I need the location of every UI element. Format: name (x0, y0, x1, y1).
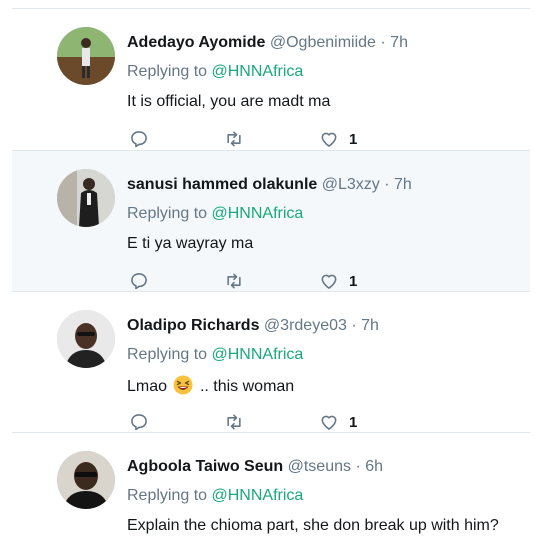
display-name[interactable]: sanusi hammed olakunle (127, 176, 317, 193)
reply-button[interactable] (129, 127, 149, 151)
tweet-text-start: Lmao (127, 378, 168, 395)
like-button[interactable]: 1 (319, 127, 357, 151)
user-handle[interactable]: @tseuns (288, 458, 351, 475)
avatar[interactable] (57, 310, 115, 368)
laughing-face-emoji-icon (173, 375, 193, 395)
timestamp[interactable]: 7h (361, 317, 379, 334)
reply-thread: Adedayo Ayomide @Ogbenimiide · 7h Replyi… (12, 0, 530, 547)
timestamp[interactable]: 6h (365, 458, 383, 475)
reply-bubble-icon (131, 414, 147, 431)
tweet-header: Adedayo Ayomide @Ogbenimiide · 7h (127, 33, 408, 53)
reply-bubble-icon (131, 131, 147, 148)
timestamp[interactable]: 7h (394, 176, 412, 193)
tweet-text: E ti ya wayray ma (127, 235, 254, 252)
separator-dot: · (380, 34, 386, 51)
avatar-image (57, 310, 115, 368)
avatar[interactable] (57, 27, 115, 85)
replying-to-label: Replying to (127, 346, 208, 363)
tweet-actions: 1 (127, 410, 387, 434)
display-name[interactable]: Adedayo Ayomide (127, 34, 265, 51)
replying-to: Replying to @HNNAfrica (127, 345, 303, 365)
display-name[interactable]: Oladipo Richards (127, 317, 259, 334)
mention-link[interactable]: @HNNAfrica (212, 487, 304, 504)
tweet-actions: 1 (127, 269, 387, 293)
separator-dot: · (384, 176, 390, 193)
like-count: 1 (349, 130, 358, 148)
tweet-text-end: .. this woman (199, 378, 295, 395)
replying-to: Replying to @HNNAfrica (127, 204, 303, 224)
user-handle[interactable]: @Ogbenimiide (270, 34, 376, 51)
like-button[interactable]: 1 (319, 269, 357, 293)
avatar[interactable] (57, 169, 115, 227)
timestamp[interactable]: 7h (390, 34, 408, 51)
replying-to-label: Replying to (127, 487, 208, 504)
avatar[interactable] (57, 451, 115, 509)
separator-dot: · (351, 317, 357, 334)
user-handle[interactable]: @3rdeye03 (264, 317, 347, 334)
replying-to-label: Replying to (127, 205, 208, 222)
tweet-card[interactable]: Oladipo Richards @3rdeye03 · 7h Replying… (12, 292, 530, 433)
tweet-header: Oladipo Richards @3rdeye03 · 7h (127, 316, 379, 336)
retweet-arrows-icon (227, 273, 241, 289)
replying-to-label: Replying to (127, 63, 208, 80)
mention-link[interactable]: @HNNAfrica (212, 63, 304, 80)
retweet-button[interactable] (224, 127, 244, 151)
separator-dot: · (355, 458, 361, 475)
like-button[interactable]: 1 (319, 410, 357, 434)
display-name[interactable]: Agboola Taiwo Seun (127, 458, 283, 475)
like-count: 1 (349, 272, 358, 290)
tweet-text: Lmao .. this woman (127, 375, 294, 397)
user-handle[interactable]: @L3xzy (322, 176, 380, 193)
retweet-button[interactable] (224, 410, 244, 434)
tweet-card[interactable]: Adedayo Ayomide @Ogbenimiide · 7h Replyi… (12, 9, 530, 151)
reply-button[interactable] (129, 410, 149, 434)
heart-outline-icon (321, 274, 337, 289)
tweet-card[interactable]: sanusi hammed olakunle @L3xzy · 7h Reply… (12, 151, 530, 292)
replying-to: Replying to @HNNAfrica (127, 486, 303, 506)
tweet-card[interactable]: Agboola Taiwo Seun @tseuns · 6h Replying… (12, 433, 530, 547)
tweet-header: sanusi hammed olakunle @L3xzy · 7h (127, 175, 412, 195)
tweet-header: Agboola Taiwo Seun @tseuns · 6h (127, 457, 383, 477)
avatar-image (57, 169, 115, 227)
avatar-image (57, 451, 115, 509)
heart-outline-icon (321, 415, 337, 430)
retweet-arrows-icon (227, 414, 241, 430)
retweet-arrows-icon (227, 131, 241, 147)
heart-outline-icon (321, 132, 337, 147)
tweet-actions: 1 (127, 127, 387, 151)
avatar-image (57, 27, 115, 85)
reply-bubble-icon (131, 273, 147, 290)
mention-link[interactable]: @HNNAfrica (212, 346, 304, 363)
like-count: 1 (349, 413, 358, 431)
retweet-button[interactable] (224, 269, 244, 293)
tweet-text: Explain the chioma part, she don break u… (127, 517, 499, 534)
reply-button[interactable] (129, 269, 149, 293)
mention-link[interactable]: @HNNAfrica (212, 205, 304, 222)
tweet-text: It is official, you are madt ma (127, 93, 331, 110)
replying-to: Replying to @HNNAfrica (127, 62, 303, 82)
